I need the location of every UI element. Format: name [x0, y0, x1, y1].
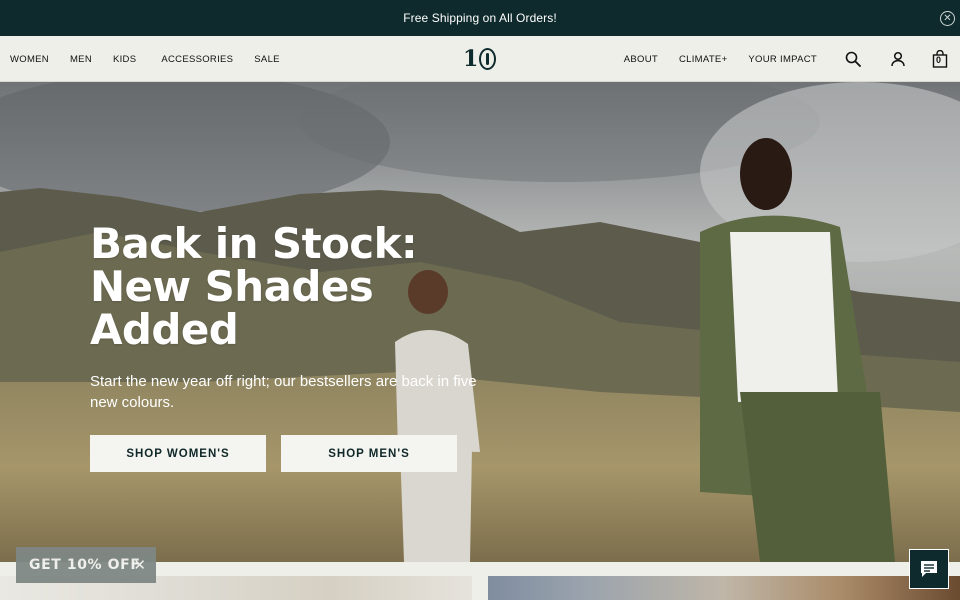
- nav-left-menu: WOMEN MEN KIDS ACCESSORIES SALE: [10, 36, 301, 82]
- main-navigation: WOMEN MEN KIDS ACCESSORIES SALE 1 ABOUT …: [0, 36, 960, 82]
- category-tile-right[interactable]: [488, 576, 960, 600]
- announcement-bar: Free Shipping on All Orders! ✕: [0, 0, 960, 36]
- promo-label: GET 10% OFF: [29, 557, 141, 573]
- nav-item-your-impact[interactable]: YOUR IMPACT: [748, 54, 817, 65]
- hero-subtitle: Start the new year off right; our bestse…: [90, 373, 477, 411]
- shop-mens-button[interactable]: SHOP MEN'S: [281, 435, 457, 472]
- hero-title: Back in Stock: New Shades Added: [90, 219, 418, 354]
- search-icon[interactable]: [843, 49, 863, 69]
- close-icon[interactable]: ✕: [133, 556, 146, 574]
- nav-item-women[interactable]: WOMEN: [10, 54, 49, 65]
- nav-item-kids[interactable]: KIDS: [113, 54, 136, 65]
- shop-womens-button[interactable]: SHOP WOMEN'S: [90, 435, 266, 472]
- hero-content: Back in Stock: New Shades Added Start th…: [90, 222, 510, 472]
- nav-item-accessories[interactable]: ACCESSORIES: [161, 54, 233, 65]
- nav-item-sale[interactable]: SALE: [254, 54, 280, 65]
- nav-item-about[interactable]: ABOUT: [624, 54, 658, 65]
- hero-button-group: SHOP WOMEN'S SHOP MEN'S: [90, 435, 510, 472]
- logo-one-glyph: 1: [463, 46, 479, 72]
- nav-item-men[interactable]: MEN: [70, 54, 92, 65]
- brand-logo[interactable]: 1: [463, 46, 497, 72]
- user-icon[interactable]: [888, 49, 908, 69]
- nav-right-menu: ABOUT CLIMATE+ YOUR IMPACT 0: [624, 36, 960, 82]
- logo-tree-zero: [479, 48, 497, 70]
- nav-item-climate[interactable]: CLIMATE+: [679, 54, 727, 65]
- cart-count: 0: [936, 55, 942, 65]
- shopping-bag-icon[interactable]: 0: [930, 49, 950, 69]
- discount-promo-button[interactable]: GET 10% OFF ✕: [16, 547, 156, 583]
- announcement-text: Free Shipping on All Orders!: [403, 11, 557, 25]
- hero-banner: Back in Stock: New Shades Added Start th…: [0, 82, 960, 562]
- close-icon[interactable]: ✕: [940, 11, 955, 26]
- chat-icon[interactable]: [909, 549, 949, 589]
